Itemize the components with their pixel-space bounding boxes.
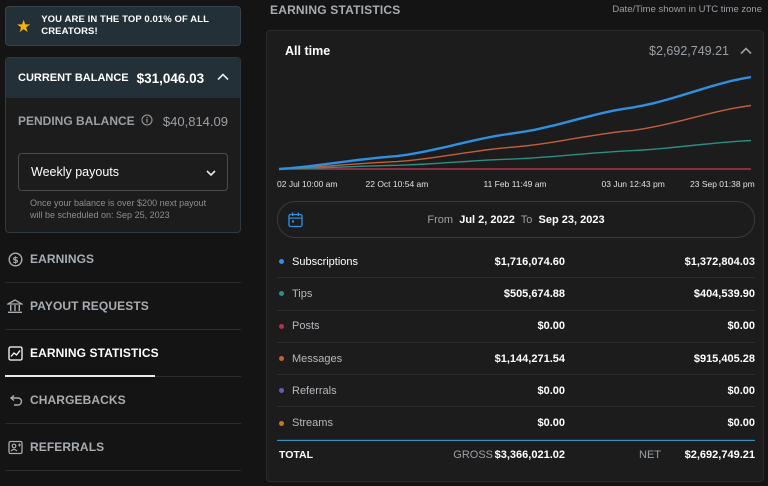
star-icon: ★ [16, 16, 32, 36]
row-name: Posts [292, 320, 320, 333]
row-gross: $1,144,271.54 [494, 352, 565, 365]
series-dot [279, 323, 284, 329]
undo-icon [7, 392, 23, 408]
row-name: Streams [292, 417, 333, 430]
sidebar-item-earning-statistics[interactable]: EARNING STATISTICS [5, 330, 241, 377]
table-row: Messages $1,144,271.54 $915,405.28 [277, 343, 755, 376]
row-net: $915,405.28 [693, 352, 755, 365]
sidebar-item-label: EARNING STATISTICS [30, 346, 159, 360]
series-dot [279, 356, 284, 362]
row-gross: $0.00 [537, 417, 565, 430]
stats-header[interactable]: All time $2,692,749.21 [267, 31, 763, 71]
payout-frequency-select[interactable]: Weekly payouts [18, 153, 228, 191]
x-tick-label: 02 Jul 10:00 am [277, 179, 338, 189]
svg-text:$: $ [12, 256, 18, 266]
x-tick-label: 03 Jun 12:43 pm [601, 179, 665, 189]
row-name: Messages [292, 352, 343, 365]
earnings-chart-svg [278, 75, 752, 171]
row-gross: $0.00 [537, 320, 565, 333]
sidebar-item-label: PAYOUT REQUESTS [30, 299, 149, 313]
row-gross: $505,674.88 [503, 287, 565, 300]
payout-note: Once your balance is over $200 next payo… [30, 198, 207, 220]
date-from-value: Jul 2, 2022 [459, 213, 515, 226]
sidebar-item-label: EARNINGS [30, 252, 95, 266]
date-range-text: From Jul 2, 2022 To Sep 23, 2023 [278, 214, 754, 226]
referral-icon [7, 439, 23, 455]
series-line-subscriptions [278, 75, 752, 171]
row-net: $0.00 [727, 417, 755, 430]
chart-icon [7, 345, 23, 361]
total-label: TOTAL [279, 449, 314, 462]
x-tick-label: 22 Oct 10:54 am [365, 179, 429, 189]
payout-frequency-value: Weekly payouts [31, 165, 120, 179]
sidebar-item-label: REFERRALS [30, 440, 105, 454]
total-row: TOTAL GROSS $3,366,021.02 NET $2,692,749… [277, 439, 755, 470]
series-dot [279, 259, 284, 265]
bank-icon [7, 298, 23, 314]
chevron-down-icon [205, 167, 217, 182]
x-tick-label: 23 Sep 01:38 pm [690, 179, 755, 189]
top-creator-badge: ★ YOU ARE IN THE TOP 0.01% OF ALL CREATO… [5, 6, 241, 46]
chart-x-axis: 02 Jul 10:00 am 22 Oct 10:54 am 11 Feb 11:… [277, 179, 755, 191]
pending-balance-row: PENDING BALANCE $40,814.09 [6, 98, 240, 144]
earning-stats-card: All time $2,692,749.21 02 Jul 10:00 am 22… [266, 30, 764, 482]
table-row: Subscriptions $1,716,074.60 $1,372,804.0… [277, 246, 755, 279]
date-to-label: To [520, 213, 533, 226]
row-net: $1,372,804.03 [684, 255, 755, 268]
calendar-icon[interactable] [288, 212, 303, 231]
row-name: Subscriptions [292, 255, 359, 268]
balance-card: CURRENT BALANCE $31,046.03 PENDING BALAN… [5, 57, 241, 233]
pending-balance-amount: $40,814.09 [162, 113, 228, 129]
sidebar-item-earnings[interactable]: $ EARNINGS [5, 236, 241, 283]
table-row: Referrals $0.00 $0.00 [277, 375, 755, 408]
sidebar-item-referrals[interactable]: REFERRALS [5, 424, 241, 471]
row-net: $0.00 [727, 320, 755, 333]
net-label: NET [639, 449, 661, 462]
series-dot [279, 291, 284, 297]
current-balance-label: CURRENT BALANCE [18, 72, 129, 84]
row-name: Tips [292, 287, 313, 300]
gross-label: GROSS [453, 449, 493, 462]
timezone-note: Date/Time shown in UTC time zone [612, 4, 762, 15]
sidebar-item-chargebacks[interactable]: CHARGEBACKS [5, 377, 241, 424]
row-gross: $0.00 [537, 384, 565, 397]
current-balance-amount: $31,046.03 [136, 70, 205, 86]
date-from-label: From [427, 213, 454, 226]
row-gross: $1,716,074.60 [494, 255, 565, 268]
total-net: $2,692,749.21 [684, 449, 755, 462]
sidebar-item-label: CHARGEBACKS [30, 393, 126, 407]
pending-balance-label: PENDING BALANCE [18, 114, 135, 128]
table-row: Streams $0.00 $0.00 [277, 407, 755, 440]
dollar-circle-icon: $ [7, 251, 23, 267]
sidebar-nav: $ EARNINGS PAYOUT REQUESTS EARNING STATI… [5, 236, 241, 471]
series-dot [279, 420, 284, 426]
chevron-up-icon[interactable] [739, 44, 753, 61]
current-balance-header[interactable]: CURRENT BALANCE $31,046.03 [6, 58, 240, 98]
earnings-table: Subscriptions $1,716,074.60 $1,372,804.0… [277, 246, 755, 470]
date-to-value: Sep 23, 2023 [538, 213, 605, 226]
page-title: EARNING STATISTICS [270, 3, 401, 17]
row-net: $404,539.90 [693, 287, 755, 300]
total-gross: $3,366,021.02 [494, 449, 565, 462]
table-row: Posts $0.00 $0.00 [277, 311, 755, 343]
series-dot [279, 388, 284, 394]
x-tick-label: 11 Feb 11:49 am [483, 179, 547, 189]
top-creator-text: YOU ARE IN THE TOP 0.01% OF ALL CREATORS… [41, 14, 209, 37]
row-name: Referrals [292, 384, 337, 397]
info-icon[interactable] [141, 114, 153, 129]
date-range-picker[interactable]: From Jul 2, 2022 To Sep 23, 2023 [277, 201, 755, 238]
chevron-up-icon[interactable] [216, 70, 230, 87]
range-label: All time [285, 44, 331, 58]
table-row: Tips $505,674.88 $404,539.90 [277, 278, 755, 311]
row-net: $0.00 [727, 384, 755, 397]
stats-total: $2,692,749.21 [649, 44, 729, 58]
sidebar-item-payout-requests[interactable]: PAYOUT REQUESTS [5, 283, 241, 330]
